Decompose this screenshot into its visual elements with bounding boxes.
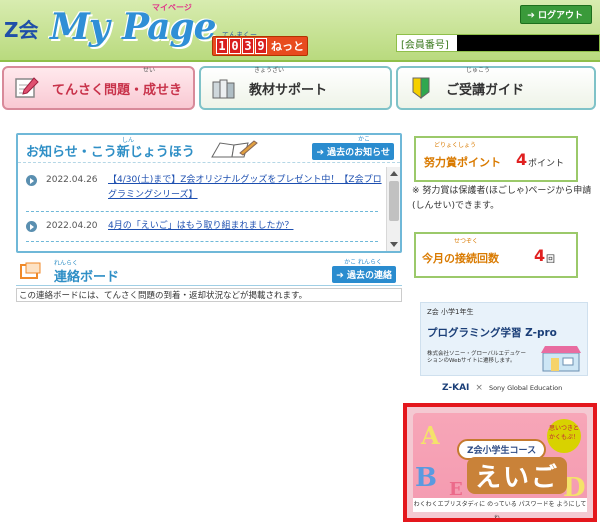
effort-points-label: 努力賞ポイント xyxy=(424,156,501,169)
contact-board-message: この連絡ボードには、てんさく問題の到着・返却状況などが掲載されます。 xyxy=(16,288,402,302)
mypage-logo-ruby: マイページ xyxy=(152,3,192,12)
tab-jukou-ruby: じゅこう xyxy=(466,67,491,74)
tab-kyozai-label: 教材サポート xyxy=(249,82,328,98)
contact-board-header: れんらく 連絡ボード かこ れんらく ➔ 過去の連絡 xyxy=(16,258,402,286)
news-link[interactable]: 【4/30(土)まで】Z会オリジナルグッズをプレゼント中！【Z会プログラミングシ… xyxy=(108,173,382,203)
header: Z会 My Page マイページ てんまくー 1 0 3 9 ねっと ➔ ログア… xyxy=(0,0,600,62)
tab-kyozai-ruby: きょうざい xyxy=(254,67,285,74)
counter-digit: 0 xyxy=(229,38,241,54)
arrow-right-icon: ➔ xyxy=(527,11,538,21)
list-item: 2022.04.26 【4/30(土)まで】Z会オリジナルグッズをプレゼント中！… xyxy=(26,173,386,205)
news-date: 2022.04.26 xyxy=(46,175,98,185)
notice-list: 2022.04.26 【4/30(土)まで】Z会オリジナルグッズをプレゼント中！… xyxy=(18,167,386,251)
shop-illustration-icon xyxy=(541,346,581,372)
news-link[interactable]: 4月の「えいご」はもう取り組まれましたか？ xyxy=(108,219,382,234)
past-contact-button[interactable]: ➔ 過去の連絡 xyxy=(332,266,396,283)
login-count-ruby: せつぞく xyxy=(454,238,479,245)
times-symbol: × xyxy=(475,383,483,393)
play-bullet-icon xyxy=(26,221,37,232)
notice-panel: しん お知らせ・こう新じょうほう かこ ➔ 過去のお知らせ 2022.04.26… xyxy=(16,133,402,253)
notice-scrollbar[interactable] xyxy=(386,167,400,251)
effort-points-ruby: どりょくしょう xyxy=(434,142,477,149)
tab-tensaku-ruby: せい xyxy=(143,67,156,74)
divider xyxy=(26,241,378,242)
eigo-badge: 思いつきとかくもぷ！ xyxy=(547,419,581,453)
beginner-mark-icon xyxy=(412,77,430,99)
board-icon xyxy=(20,262,41,279)
eigo-banner[interactable]: A B D E Z会小学生コース えいご 思いつきとかくもぷ！ わくわくエブリス… xyxy=(403,403,597,522)
past-contact-ruby: かこ れんらく xyxy=(344,259,382,266)
news-date: 2022.04.20 xyxy=(46,221,98,231)
login-count-unit: 回 xyxy=(546,255,556,265)
page: Z会 My Page マイページ てんまくー 1 0 3 9 ねっと ➔ ログア… xyxy=(0,0,600,525)
tab-tensaku-label: てんさく問題・成せき xyxy=(52,82,183,98)
zpro-tag: Z会 小学1年生 xyxy=(427,308,474,316)
zpro-subtext: 株式会社ソニー・グローバルエデュケーションのWebサイトに遷移します。 xyxy=(427,351,526,364)
divider xyxy=(26,211,378,212)
tab-jukou-label: ご受講ガイド xyxy=(446,82,525,98)
scroll-down-icon[interactable] xyxy=(390,242,398,247)
eigo-banner-inner: A B D E Z会小学生コース えいご 思いつきとかくもぷ！ わくわくエブリス… xyxy=(413,413,587,518)
effort-points-unit: ポイント xyxy=(528,159,565,169)
tab-kyozai-support[interactable]: 教材サポート xyxy=(199,66,392,110)
past-notice-label: 過去のお知らせ xyxy=(327,148,390,158)
effort-points-note: ※ 努力賞は保護者(ほごしゃ)ページから申請(しんせい)できます。 xyxy=(412,186,592,211)
past-notice-button[interactable]: ➔ 過去のお知らせ xyxy=(312,143,394,160)
partner-logos: Z-KAI × Sony Global Education xyxy=(428,378,590,398)
tenmaku-counter-banner[interactable]: 1 0 3 9 ねっと xyxy=(212,36,308,56)
arrow-right-icon: ➔ xyxy=(316,148,325,158)
counter-digit: 9 xyxy=(255,38,267,54)
books-icon xyxy=(212,79,235,99)
member-number-label: [会員番号] xyxy=(401,39,449,51)
arrow-right-icon: ➔ xyxy=(336,271,344,281)
zpro-banner[interactable]: Z会 小学1年生 プログラミング学習 Z-pro 株式会社ソニー・グローバルエデ… xyxy=(420,302,588,376)
logout-label: ログアウト xyxy=(537,11,583,21)
past-contact-label: 過去の連絡 xyxy=(346,271,392,281)
eigo-main-title: えいご xyxy=(467,457,568,494)
member-number-redaction xyxy=(457,35,599,51)
counter-digit: 1 xyxy=(216,38,228,54)
notice-title: お知らせ・こう新じょうほう xyxy=(26,145,195,160)
login-count-box: せつぞく 今月の接続回数 4 回 xyxy=(414,232,578,278)
main-tabs: てんさく問題・成せき せい 教材サポート きょうざい ご受講ガイド じゅこう xyxy=(0,66,600,112)
letter-e-decoration: E xyxy=(449,479,463,500)
mypage-logo-my: My xyxy=(50,6,110,48)
counter-word: ねっと xyxy=(271,40,304,53)
tab-tensaku[interactable]: てんさく問題・成せき xyxy=(2,66,195,110)
login-count-value: 4 xyxy=(534,246,546,265)
letter-a-decoration: A xyxy=(421,421,440,450)
counter-digit: 3 xyxy=(242,38,254,54)
notice-header: しん お知らせ・こう新じょうほう かこ ➔ 過去のお知らせ xyxy=(18,135,400,163)
effort-points-box: どりょくしょう 努力賞ポイント 4 ポイント xyxy=(414,136,578,182)
logout-button[interactable]: ➔ ログアウト xyxy=(520,5,592,24)
scroll-thumb[interactable] xyxy=(389,181,399,221)
list-item: 2022.04.20 4月の「えいご」はもう取り組まれましたか？ xyxy=(26,219,386,235)
zpro-title: プログラミング学習 Z-pro xyxy=(427,327,557,339)
past-notice-ruby: かこ xyxy=(357,136,370,143)
scroll-up-icon[interactable] xyxy=(390,171,398,176)
zkai-logo: Z会 xyxy=(4,18,39,42)
pencil-paper-icon xyxy=(15,77,39,98)
member-number-box: [会員番号] xyxy=(396,34,600,52)
login-count-label: 今月の接続回数 xyxy=(422,252,499,265)
notebook-pencil-icon xyxy=(211,140,258,158)
play-bullet-icon xyxy=(26,175,37,186)
sony-partner-logo: Sony Global Education xyxy=(488,384,563,392)
contact-board: れんらく 連絡ボード かこ れんらく ➔ 過去の連絡 この連絡ボードには、てんさ… xyxy=(16,258,402,306)
effort-points-value: 4 xyxy=(516,150,528,169)
letter-b-decoration: B xyxy=(415,463,437,493)
eigo-footer: わくわくエブリスタディに のっている パスワードを ようにしてね。 xyxy=(413,498,587,518)
contact-board-title: 連絡ボード xyxy=(54,270,120,285)
zkai-partner-logo: Z-KAI xyxy=(442,383,470,393)
tab-jukou-guide[interactable]: ご受講ガイド xyxy=(396,66,596,110)
